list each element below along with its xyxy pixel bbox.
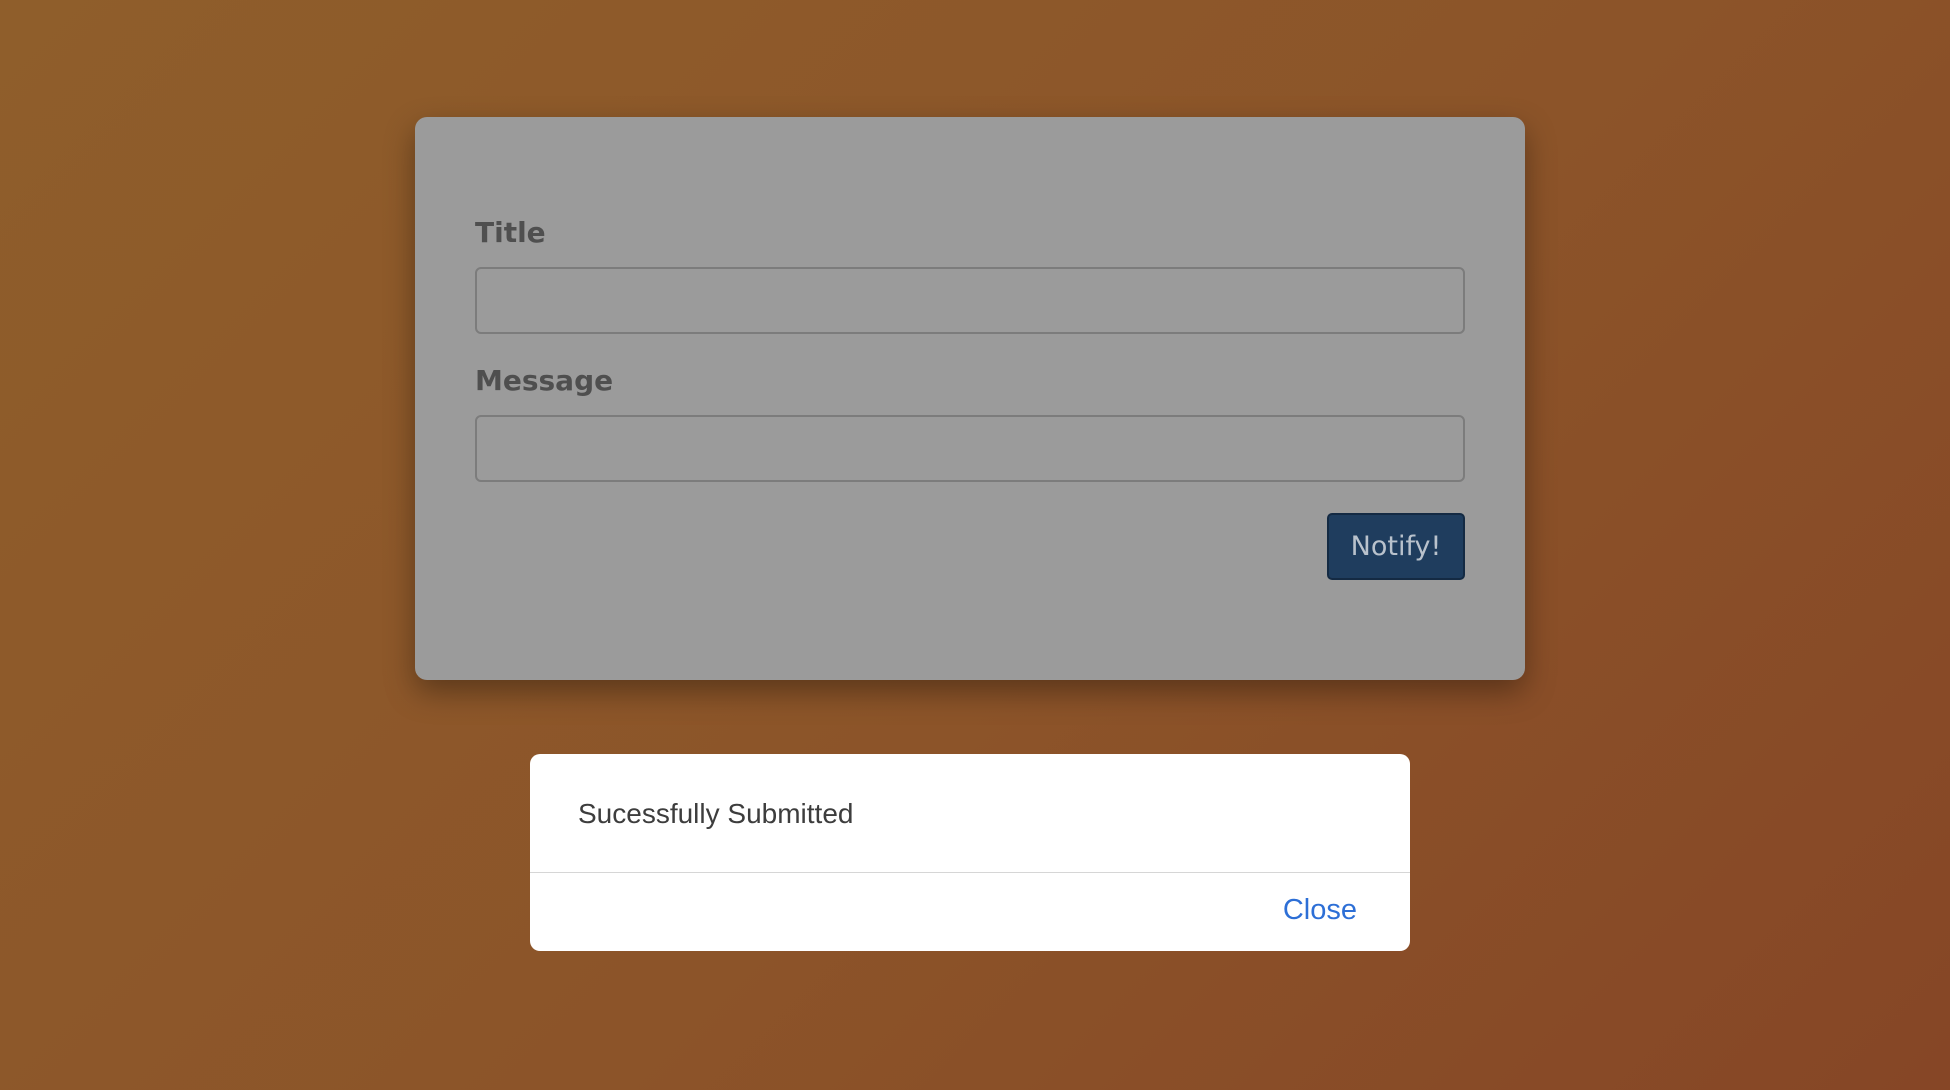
notify-button[interactable]: Notify! [1327, 513, 1465, 580]
dialog-message: Sucessfully Submitted [578, 798, 854, 829]
title-label: Title [475, 216, 546, 249]
notification-form-card: Title Message Notify! [415, 117, 1525, 680]
message-input[interactable] [475, 415, 1465, 482]
close-button[interactable]: Close [1283, 894, 1357, 927]
success-dialog: Sucessfully Submitted Close [530, 754, 1410, 951]
dialog-divider [530, 872, 1410, 873]
title-input[interactable] [475, 267, 1465, 334]
message-label: Message [475, 364, 614, 397]
